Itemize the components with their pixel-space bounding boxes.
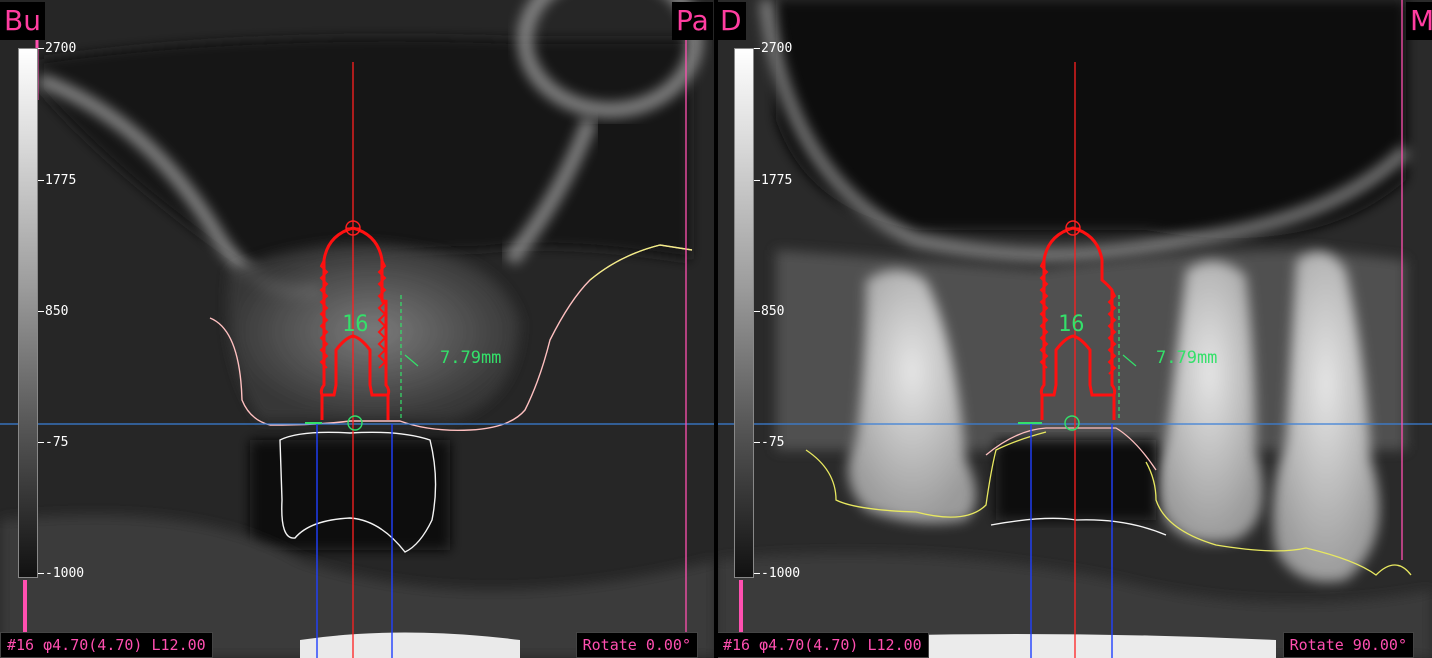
rotation-info-box: Rotate 0.00°: [575, 632, 698, 658]
panel-divider: [714, 0, 718, 658]
implant-number-label: 16: [342, 312, 369, 337]
density-scale-bar: [734, 48, 754, 578]
orientation-label-mesial: M: [1406, 2, 1432, 40]
scale-tick-minus75: -75: [38, 436, 68, 450]
density-scale-bar: [18, 48, 38, 578]
rotation-info-box: Rotate 90.00°: [1282, 632, 1414, 658]
cross-section-view-buccal-palatal[interactable]: Bu Pa 2700 1775 850 -75 -1000 16 7.79mm …: [0, 0, 716, 658]
scale-tick-1775: 1775: [38, 174, 76, 188]
cross-section-view-distal-mesial[interactable]: D M 2700 1775 850 -75 -1000 16 7.79mm #1…: [716, 0, 1432, 658]
scale-tick-850: 850: [754, 305, 784, 319]
orientation-label-buccal: Bu: [0, 2, 45, 40]
scale-tick-minus75: -75: [754, 436, 784, 450]
implant-info-box: #16 φ4.70(4.70) L12.00: [716, 632, 929, 658]
scale-tick-1775: 1775: [754, 174, 792, 188]
implant-number-label: 16: [1058, 312, 1085, 337]
implant-planning-viewer: Bu Pa 2700 1775 850 -75 -1000 16 7.79mm …: [0, 0, 1432, 658]
scale-tick-850: 850: [38, 305, 68, 319]
scale-tick-2700: 2700: [754, 42, 792, 56]
scale-tick-minus1000: -1000: [38, 567, 84, 581]
measurement-label: 7.79mm: [1156, 348, 1218, 368]
scale-tick-2700: 2700: [38, 42, 76, 56]
orientation-label-distal: D: [716, 2, 746, 40]
measurement-label: 7.79mm: [440, 348, 502, 368]
scale-tick-minus1000: -1000: [754, 567, 800, 581]
orientation-label-palatal: Pa: [672, 2, 713, 40]
implant-info-box: #16 φ4.70(4.70) L12.00: [0, 632, 213, 658]
